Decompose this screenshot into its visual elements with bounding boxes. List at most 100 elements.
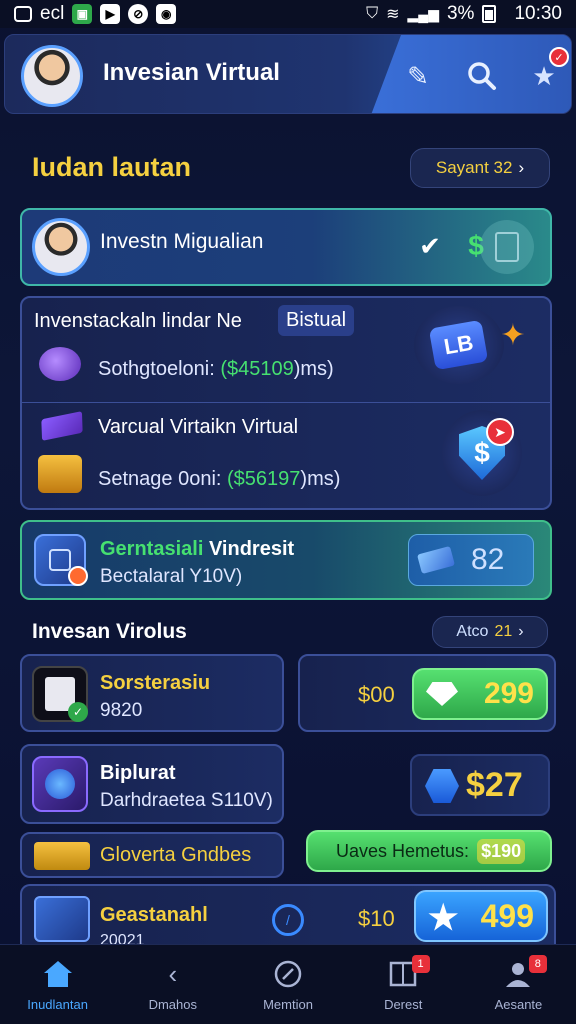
app-header: Invesian Virtual ✎ ★ ✓ — [4, 34, 572, 114]
tools-button[interactable]: ✎ — [399, 57, 437, 95]
item-3-action-button[interactable]: Uaves Hemetus: $190 — [306, 830, 552, 872]
nav-item-home[interactable]: Inudlantan — [0, 945, 115, 1024]
card-vindresit[interactable]: Gerntasiali Vindresit Bectalaral Y10V) 8… — [20, 520, 552, 600]
list-item-2[interactable]: Biplurat Darhdraetea S110V) — [20, 744, 284, 824]
alert-dot — [68, 566, 88, 586]
section-title-1: Iudan lautan — [32, 152, 192, 182]
star-icon: ★ — [532, 60, 556, 91]
row1-text: Sothgtoeloni: ($45109)ms) — [98, 358, 334, 381]
list-item-4[interactable]: Geastanahl 20021 / $10 ★ 499 — [20, 884, 556, 949]
divider — [22, 402, 550, 403]
list-item-3[interactable]: Gloverta Gndbes — [20, 832, 284, 878]
flag-badge: ➤ — [486, 418, 514, 446]
nav-label: Aesante — [494, 997, 543, 1012]
nav-label: Inudlantan — [27, 997, 88, 1012]
money-icon — [416, 545, 456, 575]
card-migualian-title: Investn Migualian — [100, 230, 264, 253]
card-group-tag: Bistual — [278, 305, 355, 336]
section2-more-button[interactable]: Atco 21 › — [432, 616, 548, 648]
chevron-right-icon: › — [518, 623, 524, 640]
row2-suffix: )ms) — [300, 468, 341, 490]
gem-icon — [426, 682, 458, 706]
vpn-icon: ⛉ — [366, 5, 379, 22]
nav-item-compass[interactable]: Memtion — [230, 945, 345, 1024]
item-4-amount: $10 — [358, 906, 395, 931]
title-white: Vindresit — [208, 538, 295, 560]
chevron-right-icon: › — [518, 158, 525, 177]
card-group-title: Invenstackaln lindar Ne — [34, 310, 242, 332]
item-4-buy-button[interactable]: ★ 499 — [414, 890, 548, 942]
item-2-subtitle: Darhdraetea S110V) — [100, 790, 273, 811]
screenshot-icon — [14, 6, 32, 22]
row2-value: ($56197 — [227, 468, 301, 490]
treasure-icon — [34, 448, 86, 500]
rocket-icon: ✦ — [500, 318, 526, 352]
star-icon: ★ — [428, 899, 459, 937]
home-icon — [41, 957, 75, 991]
nav-badge: 1 — [411, 955, 430, 973]
check-icon: ✔ — [419, 230, 441, 261]
nav-item-back[interactable]: ‹ Dmahos — [115, 945, 230, 1024]
signal-icon: ▂▄▆ — [407, 5, 439, 22]
battery-icon — [482, 5, 497, 23]
wifi-icon: ≋ — [386, 6, 400, 23]
row1-value: ($45109 — [220, 358, 294, 380]
item-1-buy-button[interactable]: 299 — [412, 668, 548, 720]
section1-button-label: Sayant 32 — [435, 158, 513, 177]
list-item-1[interactable]: ✓ Sorsterasiu 9820 — [20, 654, 284, 732]
hexagon-icon — [424, 768, 460, 804]
orb-icon — [36, 340, 84, 388]
item-3-button-label: Uaves Hemetus: — [336, 840, 470, 861]
compass-notification-icon: ⊘ — [128, 4, 149, 24]
lock-notification-icon: ◉ — [156, 4, 177, 24]
value-chip[interactable]: 82 — [408, 534, 534, 586]
row2-label: Setnage 0oni: — [98, 468, 222, 490]
search-button[interactable] — [463, 57, 501, 95]
item-1-title: Sorsterasiu — [100, 672, 211, 694]
row1-suffix: )ms) — [293, 358, 334, 380]
card-avatar — [32, 218, 90, 276]
lb-badge[interactable]: LB — [414, 306, 504, 384]
row1-label: Sothgtoeloni: — [98, 358, 215, 380]
check-badge-icon: ✓ — [68, 702, 88, 722]
item-2-title: Biplurat — [100, 762, 176, 784]
monitor-icon — [34, 896, 90, 942]
nav-item-user[interactable]: Aesante 8 — [461, 945, 576, 1024]
row2-text: Setnage 0oni: ($56197)ms) — [98, 468, 340, 491]
envelope-icon — [38, 410, 86, 442]
card-vindresit-subtitle: Bectalaral Y10V) — [100, 566, 243, 587]
item-1-subtitle: 9820 — [100, 700, 143, 721]
atom-icon — [32, 756, 88, 812]
section2-button-value: 21 — [494, 623, 513, 640]
nav-label: Memtion — [263, 997, 313, 1012]
play-notification-icon: ▶ — [100, 4, 121, 24]
value-chip-label: 82 — [471, 543, 505, 576]
item-4-title: Geastanahl — [100, 904, 208, 926]
nav-item-book[interactable]: Derest 1 — [346, 945, 461, 1024]
page-title: Invesian Virtual — [103, 59, 280, 86]
card-vindresit-title: Gerntasiali Vindresit — [100, 538, 294, 561]
wrench-icon: ✎ — [407, 60, 429, 91]
section1-more-button[interactable]: Sayant 32 › — [410, 148, 550, 188]
nav-badge: 8 — [528, 955, 547, 973]
compass-icon: / — [272, 904, 304, 936]
document-icon[interactable] — [480, 220, 534, 274]
clock: 10:30 — [514, 3, 562, 24]
list-item-1-action: $00 299 — [298, 654, 556, 732]
ticket-icon — [34, 842, 90, 870]
compass-icon — [271, 957, 305, 991]
card-migualian[interactable]: Investn Migualian ✔ $ — [20, 208, 552, 286]
item-1-button-value: 299 — [483, 677, 534, 710]
item-1-amount: $00 — [358, 682, 395, 707]
nav-label: Dmahos — [148, 997, 198, 1012]
back-icon: ‹ — [168, 958, 178, 989]
card-group: Invenstackaln lindar Ne Bistual Sothgtoe… — [20, 296, 552, 510]
lb-badge-label: LB — [429, 319, 489, 371]
item-2-action[interactable]: $27 — [410, 754, 550, 816]
title-green: Gerntasiali — [100, 538, 204, 560]
status-left-text: ecl — [40, 3, 65, 24]
status-bar: ecl ▣ ▶ ⊘ ◉ ⛉ ≋ ▂▄▆ 3% 10:30 — [0, 0, 576, 28]
battery-percent: 3% — [446, 3, 475, 24]
avatar[interactable] — [21, 45, 83, 107]
app-notification-icon: ▣ — [72, 4, 93, 24]
